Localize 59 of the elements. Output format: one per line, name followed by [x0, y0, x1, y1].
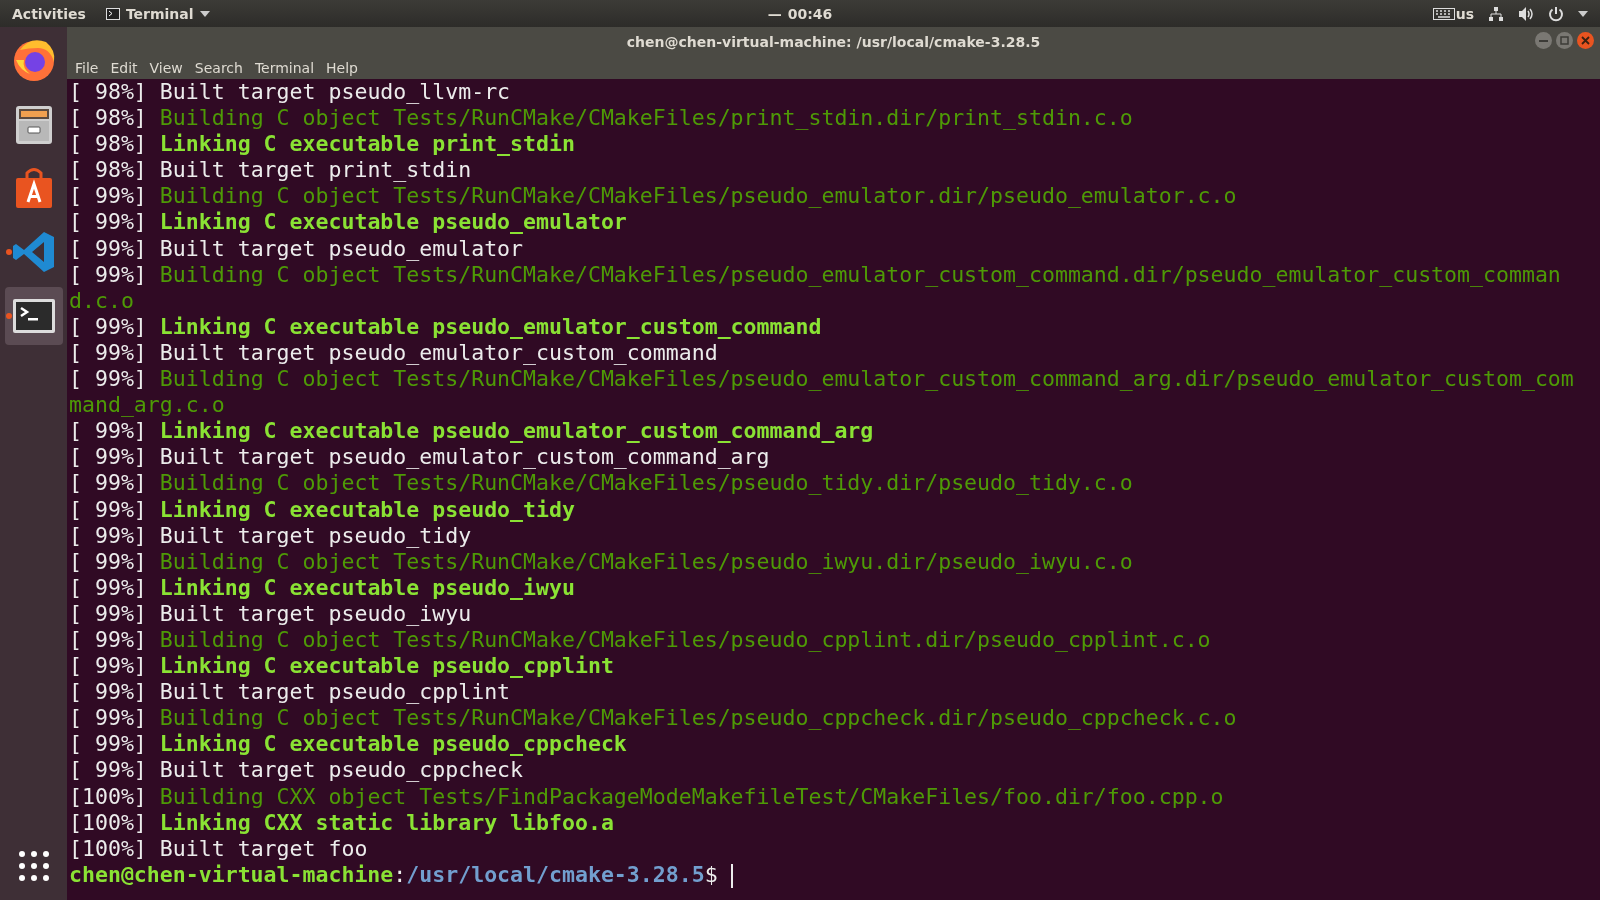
terminal-line: [ 99%] Linking C executable pseudo_iwyu	[69, 574, 576, 601]
close-button[interactable]	[1577, 32, 1594, 49]
terminal-icon	[105, 7, 120, 20]
terminal-line: [ 99%] Building C object Tests/RunCMake/CMakeFiles/pseudo_emulator_custom_command_arg.dir/pseudo_emulator_custom_command_arg.c.o	[69, 366, 1575, 419]
activities-button[interactable]: Activities	[12, 5, 86, 22]
terminal-line: [ 99%] Built target pseudo_cppcheck	[69, 757, 525, 784]
app-menu[interactable]: Terminal	[105, 5, 210, 22]
terminal-line: [ 99%] Building C object Tests/RunCMake/CMakeFiles/pseudo_cpplint.dir/pseudo_cpplint.c.o	[69, 626, 1212, 654]
terminal-line: [ 99%] Built target pseudo_tidy	[69, 522, 473, 549]
network-icon[interactable]	[1488, 5, 1504, 22]
terminal-line: [ 99%] Linking C executable pseudo_emulator_custom_command	[69, 313, 823, 340]
terminal-line: [ 98%] Building C object Tests/RunCMake/CMakeFiles/print_stdin.dir/print_stdin.c.o	[69, 105, 1134, 132]
terminal-line: [ 99%] Building C object Tests/RunCMake/CMakeFiles/pseudo_cppcheck.dir/pseudo_cppcheck.c.o	[69, 705, 1238, 732]
dock-item[interactable]	[4, 287, 63, 345]
terminal-line: [ 99%] Built target pseudo_emulator	[69, 235, 525, 262]
terminal-line: [ 99%] Linking C executable pseudo_cpplint	[69, 653, 615, 680]
close-icon	[1581, 36, 1590, 45]
window-title: chen@chen-virtual-machine: /usr/local/cmake-3.28.5	[626, 33, 1041, 50]
maximize-icon	[1560, 36, 1569, 45]
terminal-line: [ 98%] Built target print_stdin	[69, 157, 473, 184]
power-icon[interactable]	[1548, 5, 1564, 22]
terminal-line: [ 99%] Built target pseudo_emulator_custom_command	[69, 339, 719, 367]
menu-item[interactable]: Help	[320, 59, 364, 76]
terminal-line: [ 98%] Built target pseudo_llvm-rc	[69, 79, 512, 106]
menu-item[interactable]: View	[143, 59, 189, 76]
menu-item[interactable]: Terminal	[248, 59, 321, 76]
caret-icon	[199, 10, 210, 17]
menu-item[interactable]: File	[69, 59, 105, 76]
terminal-line: [ 99%] Building C object Tests/RunCMake/CMakeFiles/pseudo_emulator.dir/pseudo_emulator.c.o	[69, 183, 1238, 210]
terminal-line: [ 99%] Built target pseudo_emulator_custom_command_arg	[69, 444, 771, 471]
prompt-symbol: $	[704, 861, 718, 887]
keyboard-icon[interactable]	[1432, 7, 1455, 20]
menu-item[interactable]: Edit	[104, 59, 144, 76]
terminal-line: [ 99%] Linking C executable pseudo_emulator_custom_command_arg	[69, 418, 875, 445]
minimize-icon	[1539, 39, 1548, 42]
terminal-line: [100%] Built target foo	[69, 835, 369, 862]
keyboard-layout[interactable]: us	[1455, 5, 1474, 22]
clock[interactable]: 00:46	[787, 5, 833, 22]
menu-item[interactable]: Search	[188, 59, 249, 76]
terminal-line: [ 99%] Built target pseudo_iwyu	[69, 600, 473, 627]
prompt-separator: :	[393, 861, 407, 887]
caret-icon[interactable]	[1578, 10, 1588, 17]
app-grid-icon[interactable]	[17, 850, 50, 882]
text-cursor	[730, 863, 733, 888]
terminal-line: [ 99%] Linking C executable pseudo_emulator	[69, 209, 628, 236]
terminal-line: [100%] Linking CXX static library libfoo.a	[69, 809, 615, 836]
minimize-button[interactable]	[1535, 32, 1552, 49]
terminal-line: [ 99%] Building C object Tests/RunCMake/CMakeFiles/pseudo_emulator_custom_command.dir/pseudo_emulator_custom_command.c.o	[69, 261, 1562, 314]
terminal-line: [ 99%] Built target pseudo_cpplint	[69, 679, 512, 706]
prompt-path: /usr/local/cmake-3.28.5	[406, 861, 705, 887]
terminal-line: [ 99%] Linking C executable pseudo_tidy	[69, 496, 576, 523]
notification-indicator: —	[767, 5, 782, 22]
terminal-line: [ 99%] Linking C executable pseudo_cppcheck	[69, 731, 628, 758]
terminal-line: [ 98%] Linking C executable print_stdin	[69, 131, 576, 158]
volume-icon[interactable]	[1518, 5, 1534, 22]
terminal-line: [ 99%] Building C object Tests/RunCMake/CMakeFiles/pseudo_iwyu.dir/pseudo_iwyu.c.o	[69, 548, 1134, 575]
terminal-line: [ 99%] Building C object Tests/RunCMake/CMakeFiles/pseudo_tidy.dir/pseudo_tidy.c.o	[69, 470, 1134, 497]
prompt-user-host: chen@chen-virtual-machine	[69, 861, 394, 887]
terminal-line: [100%] Building CXX object Tests/FindPackageModeMakefileTest/CMakeFiles/foo.dir/foo.cpp.o	[69, 783, 1225, 810]
